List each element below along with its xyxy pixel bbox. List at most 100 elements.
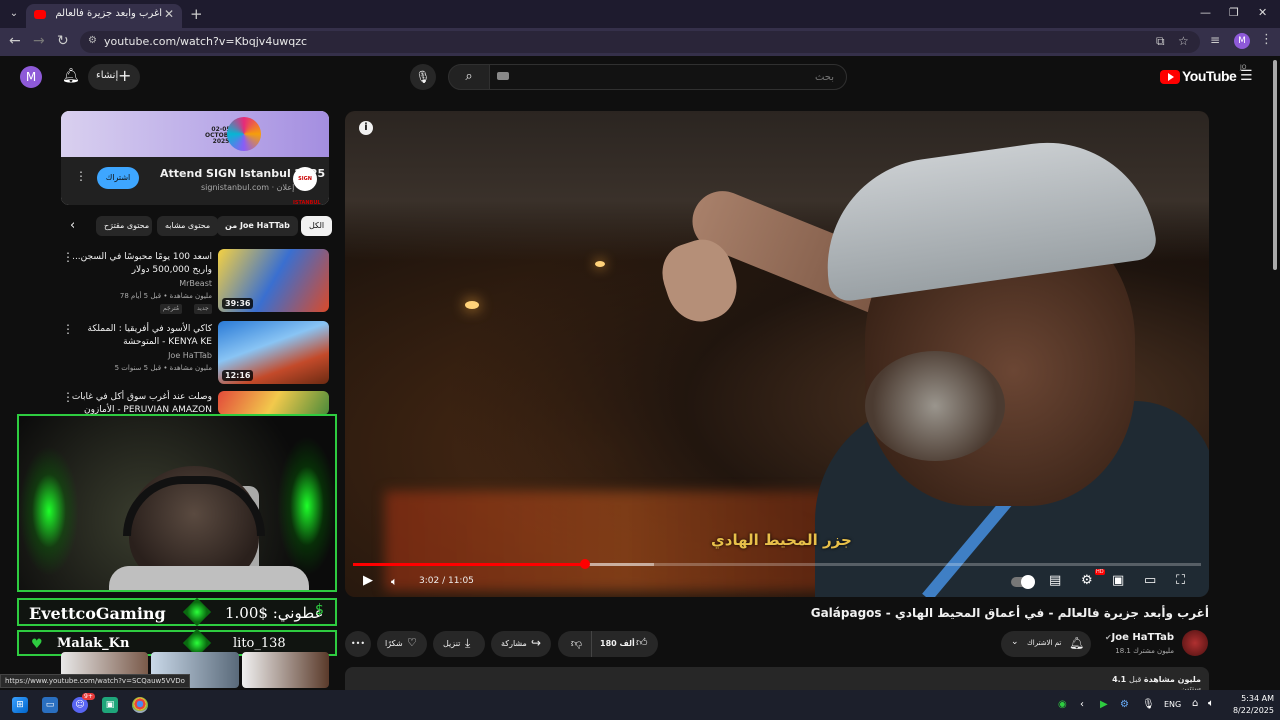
volume-icon[interactable]: 🔈︎ xyxy=(391,575,398,589)
tab-search-icon[interactable]: ⌄ xyxy=(6,6,22,22)
browser-tab-strip: ⌄ أغرب وأبعد جزيرة فالعالم - في أ... ✕ +… xyxy=(0,0,1280,28)
youtube-logo-text: YouTube xyxy=(1182,68,1237,84)
ad-more-icon[interactable]: ⋮ xyxy=(75,169,87,183)
forward-icon[interactable]: → xyxy=(33,33,45,49)
browser-profile-avatar[interactable]: M xyxy=(1234,33,1250,49)
task-view-icon[interactable]: ▭ xyxy=(42,697,58,713)
related-thumbnail-6[interactable] xyxy=(242,652,329,688)
tab-close-icon[interactable]: ✕ xyxy=(164,7,174,21)
speaker-icon[interactable]: 🔈︎ xyxy=(1208,698,1214,709)
taskbar-clock[interactable]: 5:34 AM 8/22/2025 xyxy=(1224,693,1274,717)
reload-icon[interactable]: ↻ xyxy=(57,33,69,49)
install-app-icon[interactable]: ⧉ xyxy=(1156,34,1165,49)
streamer-shirt xyxy=(109,566,309,590)
input-language[interactable]: ENG xyxy=(1164,700,1181,709)
thanks-label: شكرًا xyxy=(385,639,403,648)
chevron-left-icon[interactable]: ‹ xyxy=(70,218,75,233)
chip-suggested[interactable]: محتوى مقترَح xyxy=(96,216,152,236)
subscribed-button[interactable]: 🔔︎ تم الاشتراك ⌄ xyxy=(1001,631,1091,657)
chevron-down-icon: ⌄ xyxy=(1011,637,1019,647)
dislike-icon[interactable]: 👎︎ xyxy=(562,631,592,657)
network-icon[interactable]: ⌂ xyxy=(1192,698,1198,709)
more-actions-icon[interactable]: ••• xyxy=(345,631,371,657)
search-icon[interactable]: ⌕ xyxy=(448,64,490,90)
ad-banner-image[interactable]: 02-05 OCTOBER 2025 xyxy=(61,111,329,157)
new-tab-button[interactable]: + xyxy=(190,5,203,23)
voice-search-mic-icon[interactable]: 🎙︎ xyxy=(410,64,436,90)
info-icon[interactable]: i xyxy=(359,121,373,135)
related-title-2[interactable]: كاكي الأسود في أفريقيا : المملكة المتوحش… xyxy=(70,323,213,349)
related-channel-1[interactable]: MrBeast xyxy=(70,279,212,288)
play-icon[interactable]: ▶ xyxy=(363,573,373,588)
back-icon[interactable]: ← xyxy=(9,33,21,49)
address-bar[interactable]: ⚙ youtube.com/watch?v=Kbqjv4uwqzc ⧉ ☆ xyxy=(80,31,1200,53)
windows-start-icon[interactable]: ⊞ xyxy=(12,697,28,713)
restore-icon[interactable]: ❐ xyxy=(1229,6,1239,19)
ad-subscribe-button[interactable]: اشتراك xyxy=(97,167,139,189)
windows-taskbar: ⊞ ▭ ☺ 9+ ▣ ◉ ‹ ▶ ⚙ 🎙︎ ENG ⌂ 🔈︎ 5:34 AM 8… xyxy=(0,690,1280,720)
tray-play-icon[interactable]: ▶ xyxy=(1100,699,1108,710)
related-title-1[interactable]: اسعد 100 يومًا محبوسًا في السجن... واربح… xyxy=(70,251,212,277)
fullscreen-icon[interactable]: ⛶ xyxy=(1176,573,1185,588)
channel-avatar[interactable] xyxy=(1182,630,1208,656)
person-beard xyxy=(865,351,1005,461)
tray-arrow-icon[interactable]: ‹ xyxy=(1080,699,1084,710)
miniplayer-icon[interactable]: ▣ xyxy=(1112,573,1124,588)
video-light-2 xyxy=(595,261,605,267)
media-controls-icon[interactable]: ≡ xyxy=(1210,33,1220,47)
download-button[interactable]: تنزيل ⤓ xyxy=(433,631,485,657)
account-avatar[interactable]: M xyxy=(20,66,42,88)
bell-icon: 🔔︎ xyxy=(1069,636,1085,650)
tab-title: أغرب وأبعد جزيرة فالعالم - في أ... xyxy=(52,8,162,19)
theater-mode-icon[interactable]: ▭ xyxy=(1144,573,1156,588)
video-caption: جزر المحيط الهادي xyxy=(711,531,852,549)
steam-icon[interactable]: ⚙ xyxy=(1120,699,1129,710)
chrome-icon[interactable] xyxy=(132,697,148,713)
chip-similar[interactable]: محتوى مشابه xyxy=(157,216,219,236)
related-meta-1: 78 مليون مشاهدة • قبل 5 أيام xyxy=(119,292,212,300)
subtitles-icon[interactable]: ▤ xyxy=(1049,573,1061,588)
app-icon[interactable]: ▣ xyxy=(102,697,118,713)
scrollbar-thumb[interactable] xyxy=(1273,60,1277,270)
minimize-icon[interactable]: — xyxy=(1200,6,1211,19)
autoplay-toggle[interactable] xyxy=(1011,575,1035,589)
browser-toolbar: ← → ↻ ⚙ youtube.com/watch?v=Kbqjv4uwqzc … xyxy=(0,28,1280,56)
video-player[interactable]: i جزر المحيط الهادي ▶ 🔈︎ 3:02 / 11:05 ▤ … xyxy=(345,111,1209,597)
keyboard-icon[interactable] xyxy=(497,72,509,80)
url-text[interactable]: youtube.com/watch?v=Kbqjv4uwqzc xyxy=(104,35,307,48)
guide-menu-icon[interactable]: ☰ xyxy=(1240,68,1253,84)
site-info-icon[interactable]: ⚙ xyxy=(88,35,100,47)
create-button[interactable]: إنشاء + xyxy=(88,64,140,90)
related-more-icon-1[interactable]: ⋮ xyxy=(62,250,74,264)
browser-menu-icon[interactable]: ⋮ xyxy=(1260,32,1273,47)
progress-bar[interactable] xyxy=(353,559,1201,569)
bookmark-star-icon[interactable]: ☆ xyxy=(1178,34,1189,48)
like-icon[interactable]: 👍︎ xyxy=(636,636,648,649)
related-more-icon-2[interactable]: ⋮ xyxy=(62,322,74,336)
thanks-heart-icon: ♡ xyxy=(407,636,417,649)
like-count[interactable]: 180 ألف xyxy=(600,639,635,648)
related-channel-2[interactable]: Joe HaTTab xyxy=(70,351,212,360)
chip-all[interactable]: الكل xyxy=(301,216,333,236)
related-thumbnail-3[interactable] xyxy=(218,391,329,415)
tray-mic-icon[interactable]: 🎙︎ xyxy=(1142,699,1155,710)
download-icon: ⤓ xyxy=(465,636,471,650)
ad-advertiser-logo: SIGN ISTANBUL xyxy=(293,167,321,205)
channel-subscriber-count: 18.1 مليون مشترك xyxy=(1115,647,1174,655)
tray-green-icon[interactable]: ◉ xyxy=(1058,699,1067,710)
chip-from-channel[interactable]: من Joe HaTTab xyxy=(217,216,298,236)
promoted-ad-card[interactable]: 02-05 OCTOBER 2025 Attend SIGN Istanbul … xyxy=(61,111,329,205)
subscribed-label: تم الاشتراك xyxy=(1027,639,1062,647)
related-more-icon-3[interactable]: ⋮ xyxy=(62,390,74,404)
green-glow-right xyxy=(277,436,335,576)
clock-time: 5:34 AM xyxy=(1241,694,1274,703)
settings-gear-icon[interactable]: ⚙ xyxy=(1081,573,1093,588)
notifications-bell-icon[interactable]: 🔔︎ xyxy=(62,68,80,84)
browser-tab-active[interactable]: أغرب وأبعد جزيرة فالعالم - في أ... ✕ xyxy=(26,4,182,28)
share-button[interactable]: مشاركة ↪ xyxy=(491,631,551,657)
search-input[interactable] xyxy=(489,64,847,90)
thanks-button[interactable]: شكرًا ♡ xyxy=(377,631,427,657)
window-close-icon[interactable]: ✕ xyxy=(1258,6,1267,19)
page-scrollbar[interactable] xyxy=(1272,60,1278,690)
ad-logo-image xyxy=(227,117,261,151)
